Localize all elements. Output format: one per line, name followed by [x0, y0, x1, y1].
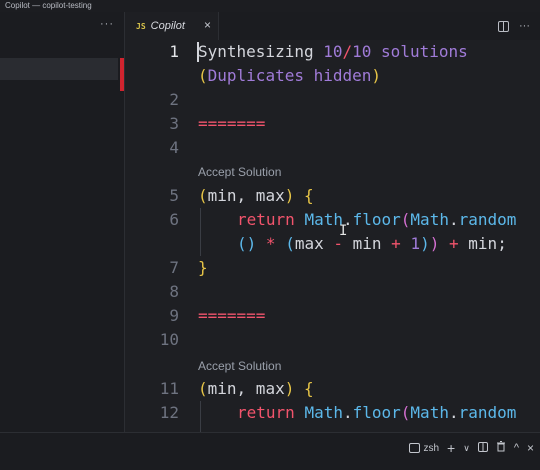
return-statement: return Math.floor(Math.random — [237, 403, 517, 422]
code-line: 10 — [125, 328, 540, 352]
function-signature: (min, max) { — [198, 186, 314, 205]
solution-separator: ======= — [198, 114, 266, 133]
terminal-name: zsh — [423, 443, 440, 454]
indent-guide — [200, 401, 201, 432]
synthesizing-status: Synthesizing 10/10 solutions — [198, 42, 468, 61]
terminal-actions: zsh + ∨ ^ × — [409, 440, 534, 456]
new-terminal-button[interactable]: + — [447, 440, 455, 456]
accept-solution-link[interactable]: Accept Solution — [198, 165, 281, 179]
maximize-panel-icon[interactable]: ^ — [514, 442, 519, 454]
code-line: () * (max - min + 1)) + min; — [125, 232, 540, 256]
editor-actions: ··· — [498, 12, 540, 40]
code-line: (Duplicates hidden) — [125, 64, 540, 88]
tab-title: Copilot — [150, 20, 185, 32]
close-tab-button[interactable]: × — [204, 18, 211, 32]
return-continuation: () * (max - min + 1)) + min; — [237, 234, 507, 253]
return-statement: return Math.floor(Math.random — [237, 210, 517, 229]
accept-solution-link[interactable]: Accept Solution — [198, 359, 281, 373]
code-line: 2 — [125, 88, 540, 112]
error-marker — [120, 58, 124, 91]
split-editor-icon[interactable] — [498, 20, 509, 32]
code-line: 8 — [125, 280, 540, 304]
code-line: 5 (min, max) { — [125, 184, 540, 208]
terminal-dropdown-icon[interactable]: ∨ — [463, 443, 470, 454]
js-file-icon: JS — [136, 21, 146, 31]
code-line: 1 Synthesizing 10/10 solutions — [125, 40, 540, 64]
code-line: 12 return Math.floor(Math.random — [125, 401, 540, 425]
terminal-panel: zsh + ∨ ^ × — [0, 432, 540, 470]
line-number: 6 — [169, 210, 179, 229]
solution-separator: ======= — [198, 306, 266, 325]
line-number: 1 — [169, 42, 179, 61]
indent-guide — [200, 208, 201, 256]
split-terminal-icon[interactable] — [477, 441, 488, 455]
code-line: 11 (min, max) { — [125, 377, 540, 401]
title-bar: Copilot — copilot-testing — [0, 0, 540, 12]
line-number: 7 — [169, 258, 179, 277]
tab-bar: JS Copilot × ··· — [125, 12, 540, 40]
tab-copilot[interactable]: JS Copilot × — [125, 12, 219, 40]
trash-icon[interactable] — [496, 441, 506, 455]
code-line: 7 } — [125, 256, 540, 280]
sidebar-more-button[interactable]: ··· — [100, 18, 114, 30]
text-cursor — [197, 42, 199, 62]
sidebar: ··· — [0, 12, 125, 432]
editor-more-button[interactable]: ··· — [519, 20, 530, 32]
function-signature: (min, max) { — [198, 379, 314, 398]
close-panel-button[interactable]: × — [527, 441, 534, 455]
line-number: 10 — [159, 330, 179, 349]
line-number: 5 — [169, 186, 179, 205]
window-title: Copilot — copilot-testing — [5, 1, 92, 10]
closing-brace: } — [198, 258, 208, 277]
code-line: 9 ======= — [125, 304, 540, 328]
duplicates-note: (Duplicates hidden) — [198, 66, 382, 85]
code-line: 6 return Math.floor(Math.random — [125, 208, 540, 232]
line-number: 8 — [169, 282, 179, 301]
mouse-ibeam-cursor: I — [339, 223, 348, 239]
terminal-icon — [409, 443, 421, 454]
code-line: 3 ======= — [125, 112, 540, 136]
code-line: 4 — [125, 136, 540, 160]
sidebar-selected-item[interactable] — [0, 58, 118, 80]
terminal-selector[interactable]: zsh — [409, 442, 439, 454]
line-number: 4 — [169, 138, 179, 157]
line-number: 11 — [159, 379, 179, 398]
editor[interactable]: 1 Synthesizing 10/10 solutions (Duplicat… — [125, 40, 540, 432]
line-number: 3 — [169, 114, 179, 133]
line-number: 2 — [169, 90, 179, 109]
line-number: 12 — [159, 403, 179, 422]
line-number: 9 — [169, 306, 179, 325]
sidebar-header: ··· — [0, 12, 124, 40]
